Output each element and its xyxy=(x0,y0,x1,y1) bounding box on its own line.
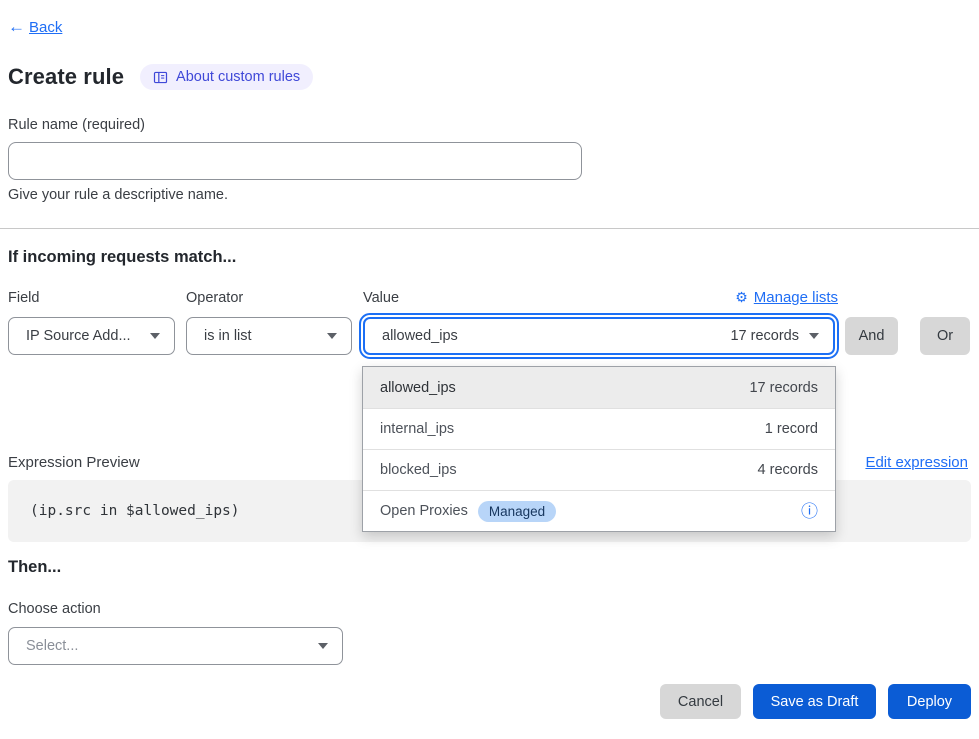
info-icon[interactable]: ⓘ xyxy=(801,503,818,520)
rule-name-label: Rule name (required) xyxy=(8,117,145,133)
value-select[interactable]: allowed_ips 17 records xyxy=(363,317,835,355)
match-heading: If incoming requests match... xyxy=(8,248,236,267)
about-badge-label: About custom rules xyxy=(176,69,300,85)
action-select[interactable]: Select... xyxy=(8,627,343,665)
book-icon xyxy=(153,70,168,85)
action-select-placeholder: Select... xyxy=(26,638,308,654)
operator-select[interactable]: is in list xyxy=(186,317,352,355)
list-option-internal-ips[interactable]: internal_ips 1 record xyxy=(363,408,835,449)
title-row: Create rule About custom rules xyxy=(8,64,313,90)
deploy-button[interactable]: Deploy xyxy=(888,684,971,719)
manage-lists-label: Manage lists xyxy=(754,289,838,306)
list-option-name: Open Proxies xyxy=(380,503,468,519)
about-custom-rules-link[interactable]: About custom rules xyxy=(140,64,313,90)
save-as-draft-button[interactable]: Save as Draft xyxy=(753,684,876,719)
list-option-meta: 4 records xyxy=(758,462,818,478)
edit-expression-label: Edit expression xyxy=(865,454,968,471)
list-option-meta: 17 records xyxy=(749,380,818,396)
back-label: Back xyxy=(29,19,62,36)
page-title: Create rule xyxy=(8,64,124,90)
expression-preview-label: Expression Preview xyxy=(8,454,140,471)
list-option-name: internal_ips xyxy=(380,421,454,437)
and-button[interactable]: And xyxy=(845,317,898,355)
value-select-dropdown: allowed_ips 17 records internal_ips 1 re… xyxy=(362,366,836,532)
cancel-button[interactable]: Cancel xyxy=(660,684,741,719)
value-label: Value xyxy=(363,290,399,306)
list-option-open-proxies[interactable]: Open Proxies Managed ⓘ xyxy=(363,490,835,531)
expression-code: (ip.src in $allowed_ips) xyxy=(30,503,240,519)
manage-lists-link[interactable]: ⚙ Manage lists xyxy=(735,289,838,306)
list-option-meta: 1 record xyxy=(765,421,818,437)
then-heading: Then... xyxy=(8,558,61,577)
back-link[interactable]: ← Back xyxy=(8,17,62,37)
chevron-down-icon xyxy=(150,333,160,339)
field-label: Field xyxy=(8,290,39,306)
value-select-value: allowed_ips xyxy=(382,328,730,344)
chevron-down-icon xyxy=(809,333,819,339)
section-divider xyxy=(0,228,979,229)
edit-expression-link[interactable]: Edit expression xyxy=(865,454,968,471)
list-option-allowed-ips[interactable]: allowed_ips 17 records xyxy=(363,367,835,408)
list-option-name: blocked_ips xyxy=(380,462,457,478)
rule-name-help: Give your rule a descriptive name. xyxy=(8,187,228,203)
create-rule-page: ← Back Create rule About custom rules Ru… xyxy=(0,0,979,739)
back-arrow-icon: ← xyxy=(8,17,25,37)
value-select-meta: 17 records xyxy=(730,328,799,344)
field-select-value: IP Source Add... xyxy=(26,328,140,344)
list-option-name: allowed_ips xyxy=(380,380,456,396)
chevron-down-icon xyxy=(327,333,337,339)
choose-action-label: Choose action xyxy=(8,601,101,617)
gear-icon: ⚙ xyxy=(735,289,748,306)
field-select[interactable]: IP Source Add... xyxy=(8,317,175,355)
operator-label: Operator xyxy=(186,290,243,306)
operator-select-value: is in list xyxy=(204,328,317,344)
managed-badge: Managed xyxy=(478,501,556,522)
or-button[interactable]: Or xyxy=(920,317,970,355)
list-option-blocked-ips[interactable]: blocked_ips 4 records xyxy=(363,449,835,490)
rule-name-input[interactable] xyxy=(8,142,582,180)
chevron-down-icon xyxy=(318,643,328,649)
